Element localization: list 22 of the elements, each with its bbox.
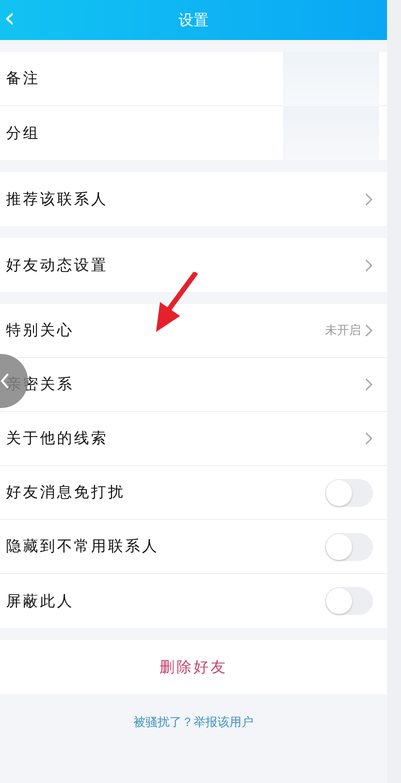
row-label: 隐藏到不常用联系人 — [6, 537, 160, 556]
row-label: 好友动态设置 — [6, 256, 109, 274]
row-label: 备注 — [6, 69, 41, 88]
delete-friend-button[interactable]: 删除好友 — [0, 640, 387, 694]
row-label: 分组 — [6, 124, 41, 142]
chevron-icon — [365, 324, 373, 337]
chevron-icon — [365, 192, 373, 206]
toggle-switch[interactable] — [325, 587, 373, 615]
toggle-switch[interactable] — [325, 532, 373, 560]
row-label: 推荐该联系人 — [6, 190, 109, 208]
row-value: 未开启 — [325, 322, 361, 339]
chevron-icon — [365, 378, 373, 391]
report-link[interactable]: 被骚扰了？举报该用户 — [134, 714, 254, 731]
chevron-icon — [365, 258, 373, 272]
row-label: 特别关心 — [6, 321, 75, 340]
chevron-icon — [365, 432, 373, 445]
back-button[interactable]: ‹ — [4, 2, 16, 34]
row-label: 屏蔽此人 — [6, 592, 75, 610]
toggle-switch[interactable] — [325, 478, 373, 506]
page-title: 设置 — [178, 10, 208, 30]
row-label: 关于他的线索 — [6, 429, 109, 448]
row-label: 好友消息免打扰 — [6, 483, 126, 502]
